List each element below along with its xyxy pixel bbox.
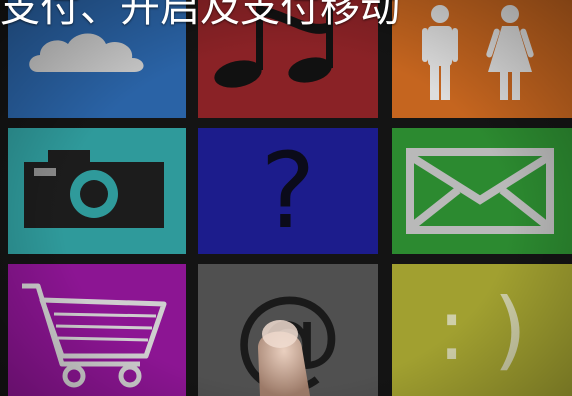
envelope-icon	[406, 148, 554, 234]
banner-caption: 支付、开启及支付移动	[0, 0, 400, 30]
question-mark-glyph: ?	[260, 130, 316, 252]
shopping-cart-icon	[22, 283, 167, 388]
tile-shopping[interactable]	[8, 264, 186, 396]
app-tile-grid: ? @	[0, 0, 572, 396]
smiley-glyph: : )	[437, 280, 527, 380]
tile-camera[interactable]	[8, 128, 186, 254]
tile-email[interactable]: @	[198, 264, 378, 396]
tile-smiley[interactable]: : )	[392, 264, 572, 396]
tile-help[interactable]: ?	[198, 128, 378, 254]
finger-icon	[258, 320, 310, 396]
camera-icon	[24, 150, 164, 228]
tile-mail[interactable]	[392, 128, 572, 254]
